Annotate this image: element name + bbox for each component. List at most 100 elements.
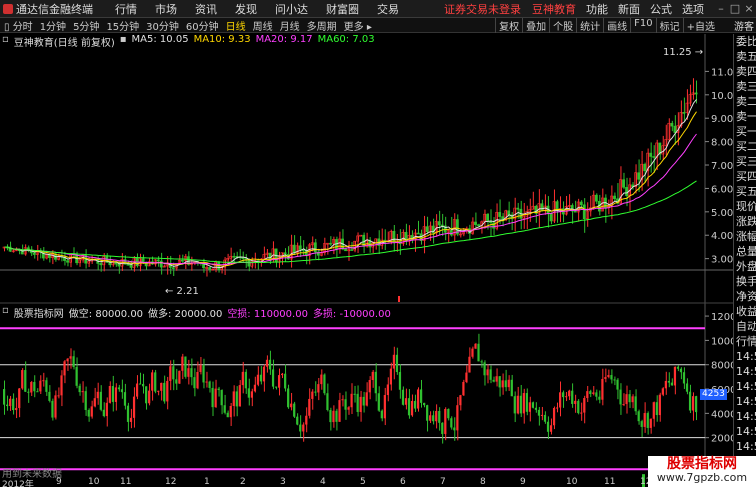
menu-formula[interactable]: 公式 — [650, 1, 672, 17]
candle-body — [622, 179, 625, 188]
candle-body — [159, 260, 163, 268]
tab-60min[interactable]: 60分钟 — [186, 18, 219, 33]
indicator-bar — [637, 411, 640, 422]
tool-overlay[interactable]: 叠加 — [522, 17, 549, 33]
indicator-bar — [226, 412, 229, 418]
indicator-bar — [489, 369, 492, 380]
menu-item-community[interactable]: 财富圈 — [326, 1, 359, 17]
current-value-tag: 4253 — [700, 389, 727, 400]
candle-body — [292, 244, 296, 253]
indicator-bar — [290, 403, 293, 408]
tab-monthly[interactable]: 月线 — [280, 18, 300, 33]
indicator-bar — [368, 380, 371, 393]
tab-5min[interactable]: 5分钟 — [73, 18, 99, 33]
indicator-title[interactable]: 股票指标网 — [14, 305, 64, 320]
x-tick: 9 — [520, 477, 526, 487]
maximize-icon[interactable]: □ — [728, 2, 742, 15]
tool-f10[interactable]: F10 — [630, 17, 655, 33]
tab-15min[interactable]: 15分钟 — [106, 18, 139, 33]
side-panel-item[interactable]: 14:5 — [734, 379, 756, 394]
candle-body — [298, 245, 302, 250]
menu-function[interactable]: 功能 — [586, 1, 608, 17]
tab-multi-period[interactable]: 多周期 — [307, 18, 337, 33]
indicator-bar — [39, 380, 42, 392]
tab-daily[interactable]: 日线 — [226, 18, 246, 33]
menu-item-market[interactable]: 市场 — [155, 1, 177, 17]
indicator-bar — [132, 396, 136, 418]
volume-marker — [398, 296, 400, 302]
side-panel-item[interactable]: 14:5 — [734, 364, 756, 379]
indicator-bar — [341, 399, 344, 401]
indicator-bar — [498, 376, 501, 388]
indicator-bar — [447, 408, 450, 419]
menu-item-discover[interactable]: 发现 — [235, 1, 257, 17]
indicator-bar — [589, 391, 592, 395]
guest-label[interactable]: 游客 — [734, 18, 754, 33]
side-panel-item: 换手 — [736, 275, 756, 288]
side-panel-item[interactable]: 14:5 — [734, 394, 756, 409]
indicator-legend: ▫ 股票指标网 做空: 80000.00 做多: 20000.00 空损: 11… — [0, 305, 396, 320]
indicator-bar — [562, 392, 565, 398]
indicator-bar — [441, 422, 444, 434]
indicator-settings-icon[interactable]: ▫ — [2, 305, 9, 320]
candle-body — [474, 221, 477, 225]
indicator-bar — [401, 389, 405, 405]
side-panel-item[interactable]: 14:5 — [734, 349, 756, 364]
candle-body — [156, 259, 160, 262]
tab-weekly[interactable]: 周线 — [253, 18, 273, 33]
y-tick-label: 10.00 — [711, 91, 733, 102]
tab-more[interactable]: 更多 ▸ — [344, 18, 372, 33]
minimize-icon[interactable]: – — [714, 2, 728, 15]
indicator-bar — [60, 375, 63, 396]
tool-adjust[interactable]: 复权 — [495, 17, 522, 33]
candle-body — [171, 267, 175, 269]
indicator-bar — [172, 366, 175, 380]
tab-1min[interactable]: 1分钟 — [40, 18, 66, 33]
side-panel-item[interactable]: 行情 — [734, 334, 756, 349]
tab-30min[interactable]: 30分钟 — [146, 18, 179, 33]
indicator-bar — [386, 384, 389, 396]
indicator-bar — [652, 402, 655, 419]
indicator-bar — [513, 396, 516, 414]
tool-add-watchlist[interactable]: +自选 — [682, 17, 718, 33]
stock-label: 豆神教育(日线 前复权) — [13, 38, 115, 49]
indicator-bar — [268, 359, 272, 370]
menu-options[interactable]: 选项 — [682, 1, 704, 17]
indicator-bar — [265, 359, 269, 367]
menu-item-trade[interactable]: 交易 — [377, 1, 399, 17]
indicator-bar — [108, 386, 111, 403]
menu-new-page[interactable]: 新面 — [618, 1, 640, 17]
candle-body — [540, 203, 544, 211]
login-alert[interactable]: 证券交易未登录 豆神教育 — [444, 1, 576, 17]
side-panel-item[interactable]: 14:5 — [734, 439, 756, 454]
candle-body — [649, 152, 653, 157]
indicator-bar — [63, 361, 66, 376]
tab-intraday[interactable]: ▯ 分时 — [4, 18, 33, 33]
indicator-bar — [459, 395, 462, 406]
candle-body — [498, 212, 502, 217]
close-icon[interactable]: × — [742, 2, 756, 15]
indicator-bar — [160, 382, 163, 391]
indicator-bar — [516, 395, 519, 414]
menu-item-news[interactable]: 资讯 — [195, 1, 217, 17]
indicator-bar — [220, 390, 223, 406]
app-title: 通达信金融终端 — [16, 2, 93, 16]
side-panel-item[interactable]: 14:5 — [734, 424, 756, 439]
side-panel-item[interactable]: 14:5 — [734, 409, 756, 424]
tool-stock[interactable]: 个股 — [549, 17, 576, 33]
tool-stats[interactable]: 统计 — [576, 17, 603, 33]
chart-settings-icon[interactable]: ▫ — [2, 34, 9, 46]
indicator-bar — [184, 356, 187, 377]
menu-item-quotes[interactable]: 行情 — [115, 1, 137, 17]
kline-chart[interactable]: 11.00 10.00 9.00 8.00 7.00 6.00 5.00 4.00 3.00 1… — [0, 34, 733, 487]
candle-body — [637, 172, 641, 180]
tool-draw[interactable]: 画线 — [603, 17, 630, 33]
tool-mark[interactable]: 标记 — [655, 17, 683, 33]
side-panel-item[interactable]: 自动 — [734, 319, 756, 334]
indicator-bar — [649, 418, 652, 428]
ma-toggle-icon[interactable]: ▪ — [120, 34, 127, 46]
x-tick: 8 — [480, 477, 486, 487]
candle-body — [682, 112, 686, 114]
indicator-bar — [371, 371, 374, 381]
menu-item-ask[interactable]: 问小达 — [275, 1, 308, 17]
